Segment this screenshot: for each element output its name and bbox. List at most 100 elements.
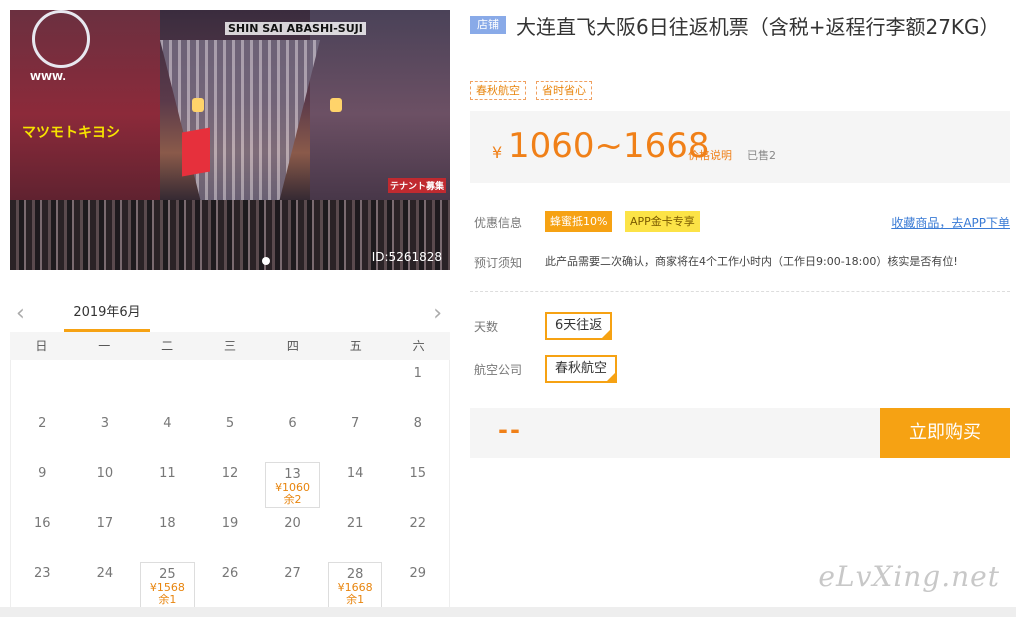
- calendar-day-number: 4: [163, 416, 172, 431]
- prev-month-icon[interactable]: ‹: [16, 303, 25, 325]
- calendar-day-number: 6: [288, 416, 297, 431]
- calendar-day-number: 29: [409, 566, 426, 581]
- calendar-day-number: 2: [38, 416, 47, 431]
- photo-id-label: ID:5261828: [371, 250, 442, 264]
- calendar-day-empty: [74, 360, 137, 410]
- calendar-day-number: 10: [96, 466, 114, 481]
- calendar-weekday-header: 日一二三四五六: [10, 332, 450, 360]
- calendar-day-empty: [324, 360, 387, 410]
- weekday-label: 日: [35, 339, 48, 353]
- photo-logo-ring: [32, 10, 90, 68]
- divider: [470, 291, 1010, 292]
- store-badge: 店铺: [470, 16, 506, 34]
- weekday-label: 三: [223, 339, 236, 353]
- calendar-day-available[interactable]: 28 ¥1668 余1: [327, 562, 383, 608]
- calendar-day: 2: [11, 410, 74, 460]
- calendar-day-number: 15: [409, 466, 426, 481]
- calendar-day-number: 3: [100, 416, 109, 431]
- buy-bar: -- 立即购买: [470, 408, 1010, 458]
- calendar-day-number: 11: [159, 466, 176, 481]
- calendar-day: 18: [136, 510, 199, 560]
- calendar-day-number: 1: [413, 366, 422, 381]
- calendar-day: 22: [386, 510, 449, 560]
- days-label: 天数: [474, 320, 499, 334]
- calendar-day-number: 27: [284, 566, 301, 581]
- days-option-6-day[interactable]: 6天往返: [545, 312, 613, 340]
- photo-sign-yellow: マツモトキヨシ: [22, 125, 120, 141]
- calendar-day: 1: [386, 360, 449, 410]
- calendar-day: 21: [324, 510, 387, 560]
- calendar-day: 26: [199, 560, 262, 610]
- calendar-day-empty: [199, 360, 262, 410]
- calendar-day-empty: [11, 360, 74, 410]
- price-desc-link[interactable]: 价格说明: [688, 147, 732, 163]
- calendar-day-available[interactable]: 25 ¥1568 余1: [140, 562, 195, 608]
- photo-neon-sign: [182, 127, 210, 177]
- price-box: ¥ 1060~1668 价格说明 已售2: [470, 111, 1010, 183]
- calendar-day: 6: [261, 410, 324, 460]
- calendar-day: 16: [11, 510, 74, 560]
- weekday-label: 五: [349, 339, 362, 353]
- calendar-day-number: 5: [225, 416, 235, 431]
- calendar-day-number: 16: [34, 516, 51, 531]
- photo-sign-top: SHIN SAI ABASHI-SUJI: [225, 22, 366, 35]
- weekday-label: 一: [98, 339, 111, 353]
- calendar-day: 23: [11, 560, 74, 610]
- photo-lamp: [330, 98, 342, 112]
- calendar-day-number: 24: [96, 566, 114, 581]
- calendar-day: 5: [199, 410, 262, 460]
- sold-count: 已售2: [747, 149, 776, 162]
- weekday-label: 六: [412, 339, 425, 353]
- calendar-month-tab[interactable]: 2019年6月: [64, 298, 150, 332]
- photo-lamp: [192, 98, 204, 112]
- calendar-grid: 1 2 3 4 5 6 7 8 9 10 11 12 13 ¥1060 余2 14 15 16 17 18 19 20 21…: [10, 360, 450, 617]
- calendar-day-remaining: 余1: [158, 593, 177, 606]
- weekday-label: 二: [161, 339, 174, 353]
- calendar-day: 15: [386, 460, 449, 510]
- buy-now-button[interactable]: 立即购买: [880, 408, 1010, 458]
- booking-notice: 此产品需要二次确认，商家将在4个工作小时内（工作日9:00-18:00）核实是否…: [545, 255, 958, 268]
- calendar-day: 10: [74, 460, 137, 510]
- photo-sign-www: WWW.: [30, 72, 67, 83]
- promo-label: 优惠信息: [474, 216, 523, 230]
- calendar-day-empty: [261, 360, 324, 410]
- calendar-day-number: 8: [413, 416, 422, 431]
- product-tag: 省时省心: [536, 81, 592, 100]
- calendar-day-available[interactable]: 13 ¥1060 余2: [265, 462, 320, 508]
- calendar-day-number: 25: [159, 567, 176, 582]
- watermark-text: eLvXing.net: [818, 560, 1000, 593]
- calendar-day: 14: [324, 460, 387, 510]
- calendar-day-number: 9: [38, 466, 47, 481]
- airline-option-spring[interactable]: 春秋航空: [545, 355, 618, 383]
- notice-label: 预订须知: [474, 256, 523, 270]
- total-price: --: [498, 416, 522, 444]
- calendar-day-number: 22: [409, 516, 426, 531]
- favorite-app-link[interactable]: 收藏商品，去APP下单: [891, 214, 1010, 231]
- calendar-day-remaining: 余1: [346, 593, 365, 606]
- bottom-strip: [0, 607, 1016, 617]
- photo-sign-tenant: テナント募集: [388, 178, 447, 193]
- calendar-day: 20: [261, 510, 324, 560]
- calendar-day-remaining: 余2: [283, 493, 302, 506]
- calendar-day: 11: [136, 460, 199, 510]
- product-tag: 春秋航空: [470, 81, 526, 100]
- calendar-day-number: 21: [346, 516, 364, 531]
- calendar-day: 3: [74, 410, 137, 460]
- weekday-label: 四: [286, 339, 299, 353]
- calendar-day-number: 13: [284, 467, 301, 482]
- calendar-day-number: 28: [346, 567, 364, 582]
- product-photo[interactable]: SHIN SAI ABASHI-SUJI WWW. マツモトキヨシ テナント募集…: [10, 10, 450, 270]
- calendar-day: 9: [11, 460, 74, 510]
- calendar-day: 27: [261, 560, 324, 610]
- airline-label: 航空公司: [474, 363, 523, 377]
- carousel-dot[interactable]: [262, 257, 270, 265]
- date-calendar: ‹ 2019年6月 › 日一二三四五六 1 2 3 4 5 6 7 8 9 10 11 12 13 ¥10…: [10, 296, 450, 617]
- product-title: 大连直飞大阪6日往返机票（含税+返程行李额27KG）: [516, 15, 1000, 39]
- calendar-day: 29: [386, 560, 449, 610]
- calendar-day: 4: [136, 410, 199, 460]
- calendar-day: 12: [199, 460, 262, 510]
- calendar-day-number: 12: [221, 466, 239, 481]
- calendar-day-number: 23: [34, 566, 51, 581]
- calendar-day-number: 18: [159, 516, 176, 531]
- next-month-icon[interactable]: ›: [433, 303, 442, 325]
